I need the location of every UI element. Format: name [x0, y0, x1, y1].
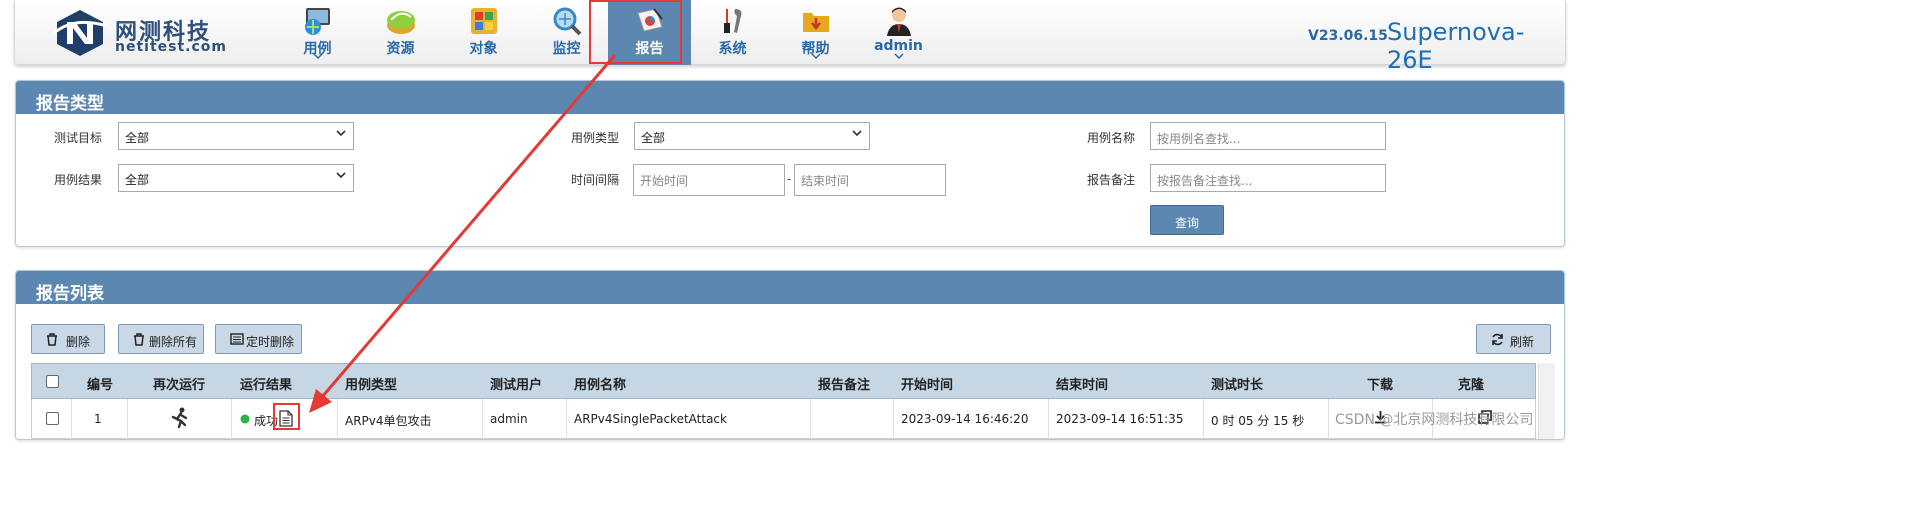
watermark-text: CSDN @北京网测科技有限公司: [1335, 412, 1534, 428]
annotation-arrow: [309, 54, 617, 413]
